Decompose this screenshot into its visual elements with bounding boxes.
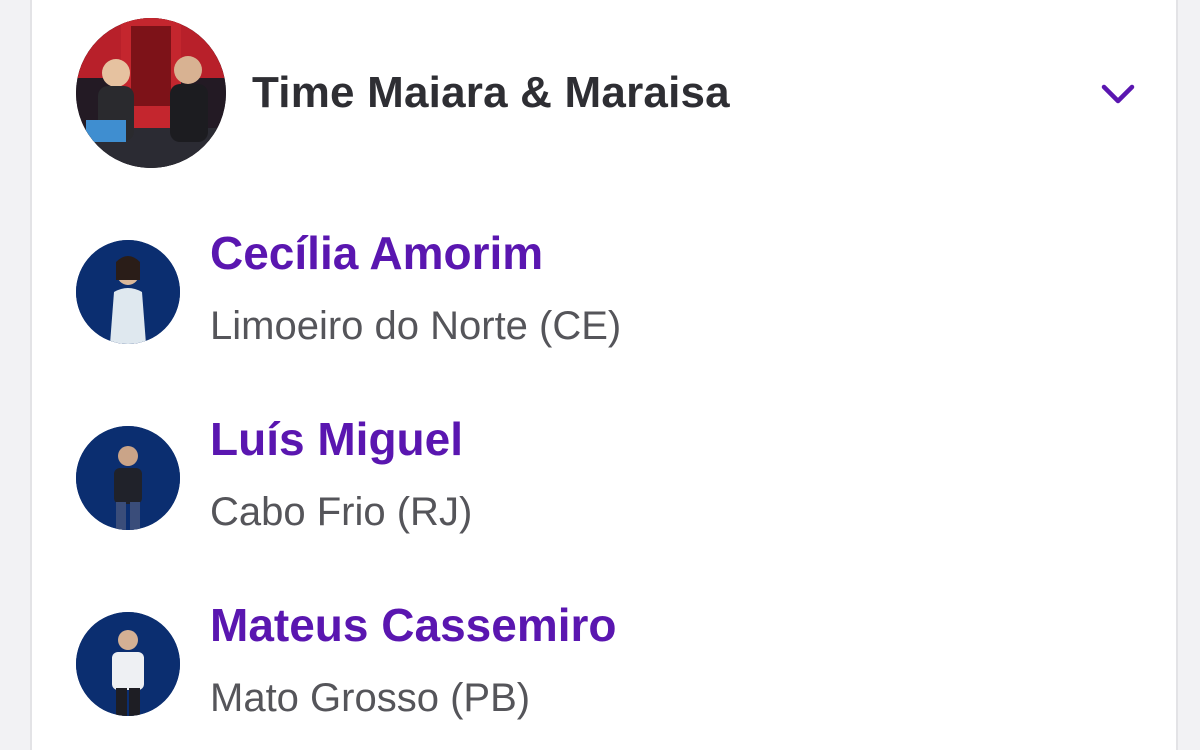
member-location: Limoeiro do Norte (CE) [210, 304, 622, 348]
team-card: Time Maiara & Maraisa Cecília Amorim Lim… [30, 0, 1178, 750]
member-avatar [76, 612, 180, 716]
chevron-down-icon[interactable] [1098, 74, 1138, 114]
team-name: Time Maiara & Maraisa [252, 68, 730, 117]
member-location: Cabo Frio (RJ) [210, 490, 473, 534]
member-name: Cecília Amorim [210, 227, 544, 279]
team-header[interactable]: Time Maiara & Maraisa [76, 16, 1136, 170]
member-item[interactable]: Mateus Cassemiro Mato Grosso (PB) [76, 594, 1136, 750]
member-item[interactable]: Luís Miguel Cabo Frio (RJ) [76, 408, 1136, 594]
member-item[interactable]: Cecília Amorim Limoeiro do Norte (CE) [76, 222, 1136, 408]
member-name: Mateus Cassemiro [210, 599, 617, 651]
team-avatar [76, 18, 226, 168]
member-name: Luís Miguel [210, 413, 463, 465]
page: Time Maiara & Maraisa Cecília Amorim Lim… [0, 0, 1200, 750]
member-avatar [76, 426, 180, 530]
member-location: Mato Grosso (PB) [210, 676, 531, 720]
member-list: Cecília Amorim Limoeiro do Norte (CE) Lu… [76, 222, 1136, 750]
member-avatar [76, 240, 180, 344]
